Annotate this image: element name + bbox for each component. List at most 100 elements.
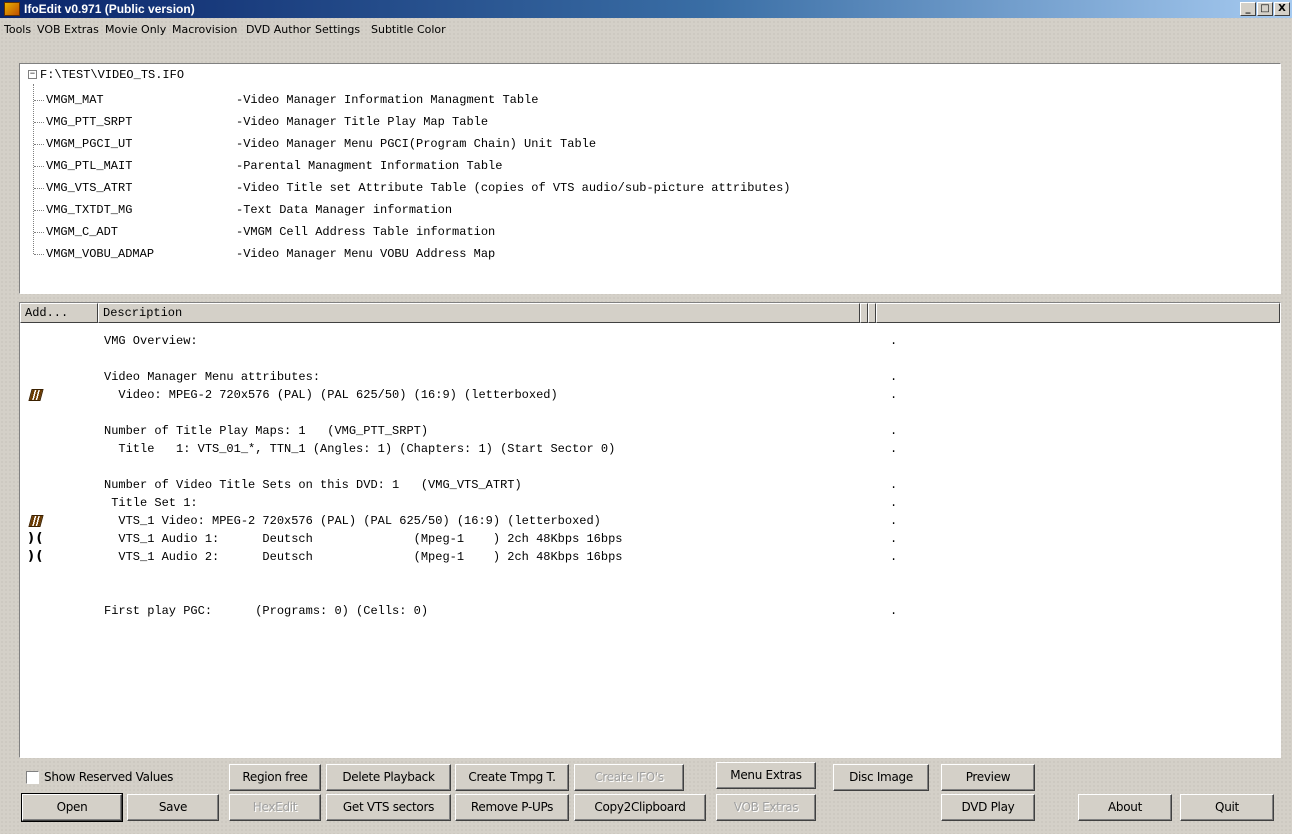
menu-extras-button[interactable]: Menu Extras bbox=[716, 762, 816, 789]
save-button[interactable]: Save bbox=[127, 794, 219, 821]
tree-item[interactable]: VMGM_PGCI_UT bbox=[46, 135, 132, 153]
preview-button[interactable]: Preview bbox=[941, 764, 1035, 791]
list-row[interactable]: VMG Overview:. bbox=[24, 332, 1274, 350]
app-icon bbox=[4, 2, 20, 16]
row-description: Video: MPEG-2 720x576 (PAL) (PAL 625/50)… bbox=[104, 388, 558, 402]
audio-icon: ) ( bbox=[28, 549, 43, 564]
menu-dvd-author[interactable]: DVD Author bbox=[246, 20, 311, 40]
row-description: VMG Overview: bbox=[104, 334, 198, 348]
ifo-structure-tree[interactable]: − F:\TEST\VIDEO_TS.IFO VMGM_MAT -Video M… bbox=[19, 63, 1281, 294]
list-row[interactable]: Video: MPEG-2 720x576 (PAL) (PAL 625/50)… bbox=[24, 386, 1274, 404]
quit-button[interactable]: Quit bbox=[1180, 794, 1274, 821]
tree-connector bbox=[34, 100, 44, 101]
dvd-play-button[interactable]: DVD Play bbox=[941, 794, 1035, 821]
tree-item-name: VMGM_C_ADT bbox=[46, 225, 119, 239]
tree-item-name: VMGM_MAT bbox=[46, 93, 104, 107]
create-ifos-button[interactable]: Create IFO's bbox=[574, 764, 684, 791]
menu-tools[interactable]: Tools bbox=[4, 20, 31, 40]
row-marker: . bbox=[890, 370, 898, 384]
menu-macrovision[interactable]: Macrovision bbox=[172, 20, 237, 40]
row-marker: . bbox=[890, 496, 898, 510]
about-button[interactable]: About bbox=[1078, 794, 1172, 821]
tree-item-description: -Text Data Manager information bbox=[236, 203, 453, 217]
tree-connector bbox=[33, 84, 34, 254]
column-header-address[interactable]: Add... bbox=[20, 303, 98, 323]
minimize-button[interactable]: _ bbox=[1240, 2, 1256, 16]
collapse-toggle-icon[interactable]: − bbox=[28, 70, 37, 79]
show-reserved-values-label: Show Reserved Values bbox=[44, 770, 174, 784]
list-row[interactable]: Number of Title Play Maps: 1 (VMG_PTT_SR… bbox=[24, 422, 1274, 440]
list-row[interactable] bbox=[24, 404, 1274, 422]
tree-item-description: -Video Manager Menu VOBU Address Map bbox=[236, 247, 496, 261]
row-marker: . bbox=[890, 334, 898, 348]
list-row[interactable]: Video Manager Menu attributes:. bbox=[24, 368, 1274, 386]
column-header-empty[interactable] bbox=[860, 303, 868, 323]
tree-item-name: VMG_PTL_MAIT bbox=[46, 159, 133, 173]
row-description: Title Set 1: bbox=[104, 496, 198, 510]
row-marker: . bbox=[890, 550, 898, 564]
list-row[interactable]: Title 1: VTS_01_*, TTN_1 (Angles: 1) (Ch… bbox=[24, 440, 1274, 458]
tree-item[interactable]: VMG_TXTDT_MG bbox=[46, 201, 132, 219]
list-row[interactable]: VTS_1 Video: MPEG-2 720x576 (PAL) (PAL 6… bbox=[24, 512, 1274, 530]
vob-extras-button[interactable]: VOB Extras bbox=[716, 794, 816, 821]
tree-connector bbox=[34, 232, 44, 233]
region-free-button[interactable]: Region free bbox=[229, 764, 321, 791]
row-description: Title 1: VTS_01_*, TTN_1 (Angles: 1) (Ch… bbox=[104, 442, 616, 456]
film-icon bbox=[28, 389, 44, 401]
tree-item-description: -VMGM Cell Address Table information bbox=[236, 225, 496, 239]
list-row[interactable] bbox=[24, 566, 1274, 584]
tree-item-name: VMG_PTT_SRPT bbox=[46, 115, 133, 129]
row-description: First play PGC: (Programs: 0) (Cells: 0) bbox=[104, 604, 429, 618]
disc-image-button[interactable]: Disc Image bbox=[833, 764, 929, 791]
row-marker: . bbox=[890, 514, 898, 528]
list-row[interactable] bbox=[24, 584, 1274, 602]
list-header: Add... Description bbox=[20, 303, 1280, 323]
row-marker: . bbox=[890, 388, 898, 402]
list-row[interactable] bbox=[24, 350, 1274, 368]
tree-item-description: -Video Manager Information Managment Tab… bbox=[236, 93, 539, 107]
tree-item[interactable]: VMGM_VOBU_ADMAP bbox=[46, 245, 154, 263]
open-button[interactable]: Open bbox=[21, 793, 123, 822]
column-header-description[interactable]: Description bbox=[98, 303, 860, 323]
tree-item[interactable]: VMGM_C_ADT bbox=[46, 223, 118, 241]
tree-item-description: -Parental Managment Information Table bbox=[236, 159, 503, 173]
tree-item-name: VMG_VTS_ATRT bbox=[46, 181, 133, 195]
close-button[interactable]: X bbox=[1274, 2, 1290, 16]
tree-item-description: -Video Manager Menu PGCI(Program Chain) … bbox=[236, 137, 597, 151]
description-list[interactable]: Add... Description VMG Overview:. Video M… bbox=[19, 302, 1281, 758]
column-header-empty[interactable] bbox=[868, 303, 876, 323]
row-description: VTS_1 Video: MPEG-2 720x576 (PAL) (PAL 6… bbox=[104, 514, 601, 528]
menu-vob-extras[interactable]: VOB Extras bbox=[37, 20, 99, 40]
tree-item-description: -Video Title set Attribute Table (copies… bbox=[236, 181, 791, 195]
window-title: IfoEdit v0.971 (Public version) bbox=[24, 2, 195, 16]
tree-item[interactable]: VMG_PTL_MAIT bbox=[46, 157, 132, 175]
show-reserved-values-checkbox[interactable] bbox=[26, 771, 39, 784]
menu-settings[interactable]: Settings bbox=[315, 20, 360, 40]
maximize-button[interactable]: □ bbox=[1257, 2, 1273, 16]
column-header-filler bbox=[876, 303, 1280, 323]
list-row[interactable]: Number of Video Title Sets on this DVD: … bbox=[24, 476, 1274, 494]
tree-item[interactable]: VMG_VTS_ATRT bbox=[46, 179, 132, 197]
film-icon bbox=[28, 515, 44, 527]
tree-root[interactable]: F:\TEST\VIDEO_TS.IFO bbox=[40, 66, 184, 84]
tree-item[interactable]: VMG_PTT_SRPT bbox=[46, 113, 132, 131]
menu-subtitle-color[interactable]: Subtitle Color bbox=[371, 20, 446, 40]
list-row[interactable]: ) ( VTS_1 Audio 2: Deutsch (Mpeg-1 ) 2ch… bbox=[24, 548, 1274, 566]
create-tmpg-button[interactable]: Create Tmpg T. bbox=[455, 764, 569, 791]
get-vts-sectors-button[interactable]: Get VTS sectors bbox=[326, 794, 451, 821]
menu-movie-only[interactable]: Movie Only bbox=[105, 20, 166, 40]
list-row[interactable]: First play PGC: (Programs: 0) (Cells: 0)… bbox=[24, 602, 1274, 620]
list-row[interactable] bbox=[24, 458, 1274, 476]
remove-pups-button[interactable]: Remove P-UPs bbox=[455, 794, 569, 821]
list-row[interactable]: Title Set 1:. bbox=[24, 494, 1274, 512]
copy-to-clipboard-button[interactable]: Copy2Clipboard bbox=[574, 794, 706, 821]
tree-item-name: VMGM_PGCI_UT bbox=[46, 137, 133, 151]
hexedit-button[interactable]: HexEdit bbox=[229, 794, 321, 821]
row-marker: . bbox=[890, 424, 898, 438]
row-marker: . bbox=[890, 442, 898, 456]
tree-connector bbox=[34, 188, 44, 189]
list-row[interactable]: ) ( VTS_1 Audio 1: Deutsch (Mpeg-1 ) 2ch… bbox=[24, 530, 1274, 548]
row-description: Video Manager Menu attributes: bbox=[104, 370, 321, 384]
tree-item[interactable]: VMGM_MAT bbox=[46, 91, 104, 109]
delete-playback-button[interactable]: Delete Playback bbox=[326, 764, 451, 791]
